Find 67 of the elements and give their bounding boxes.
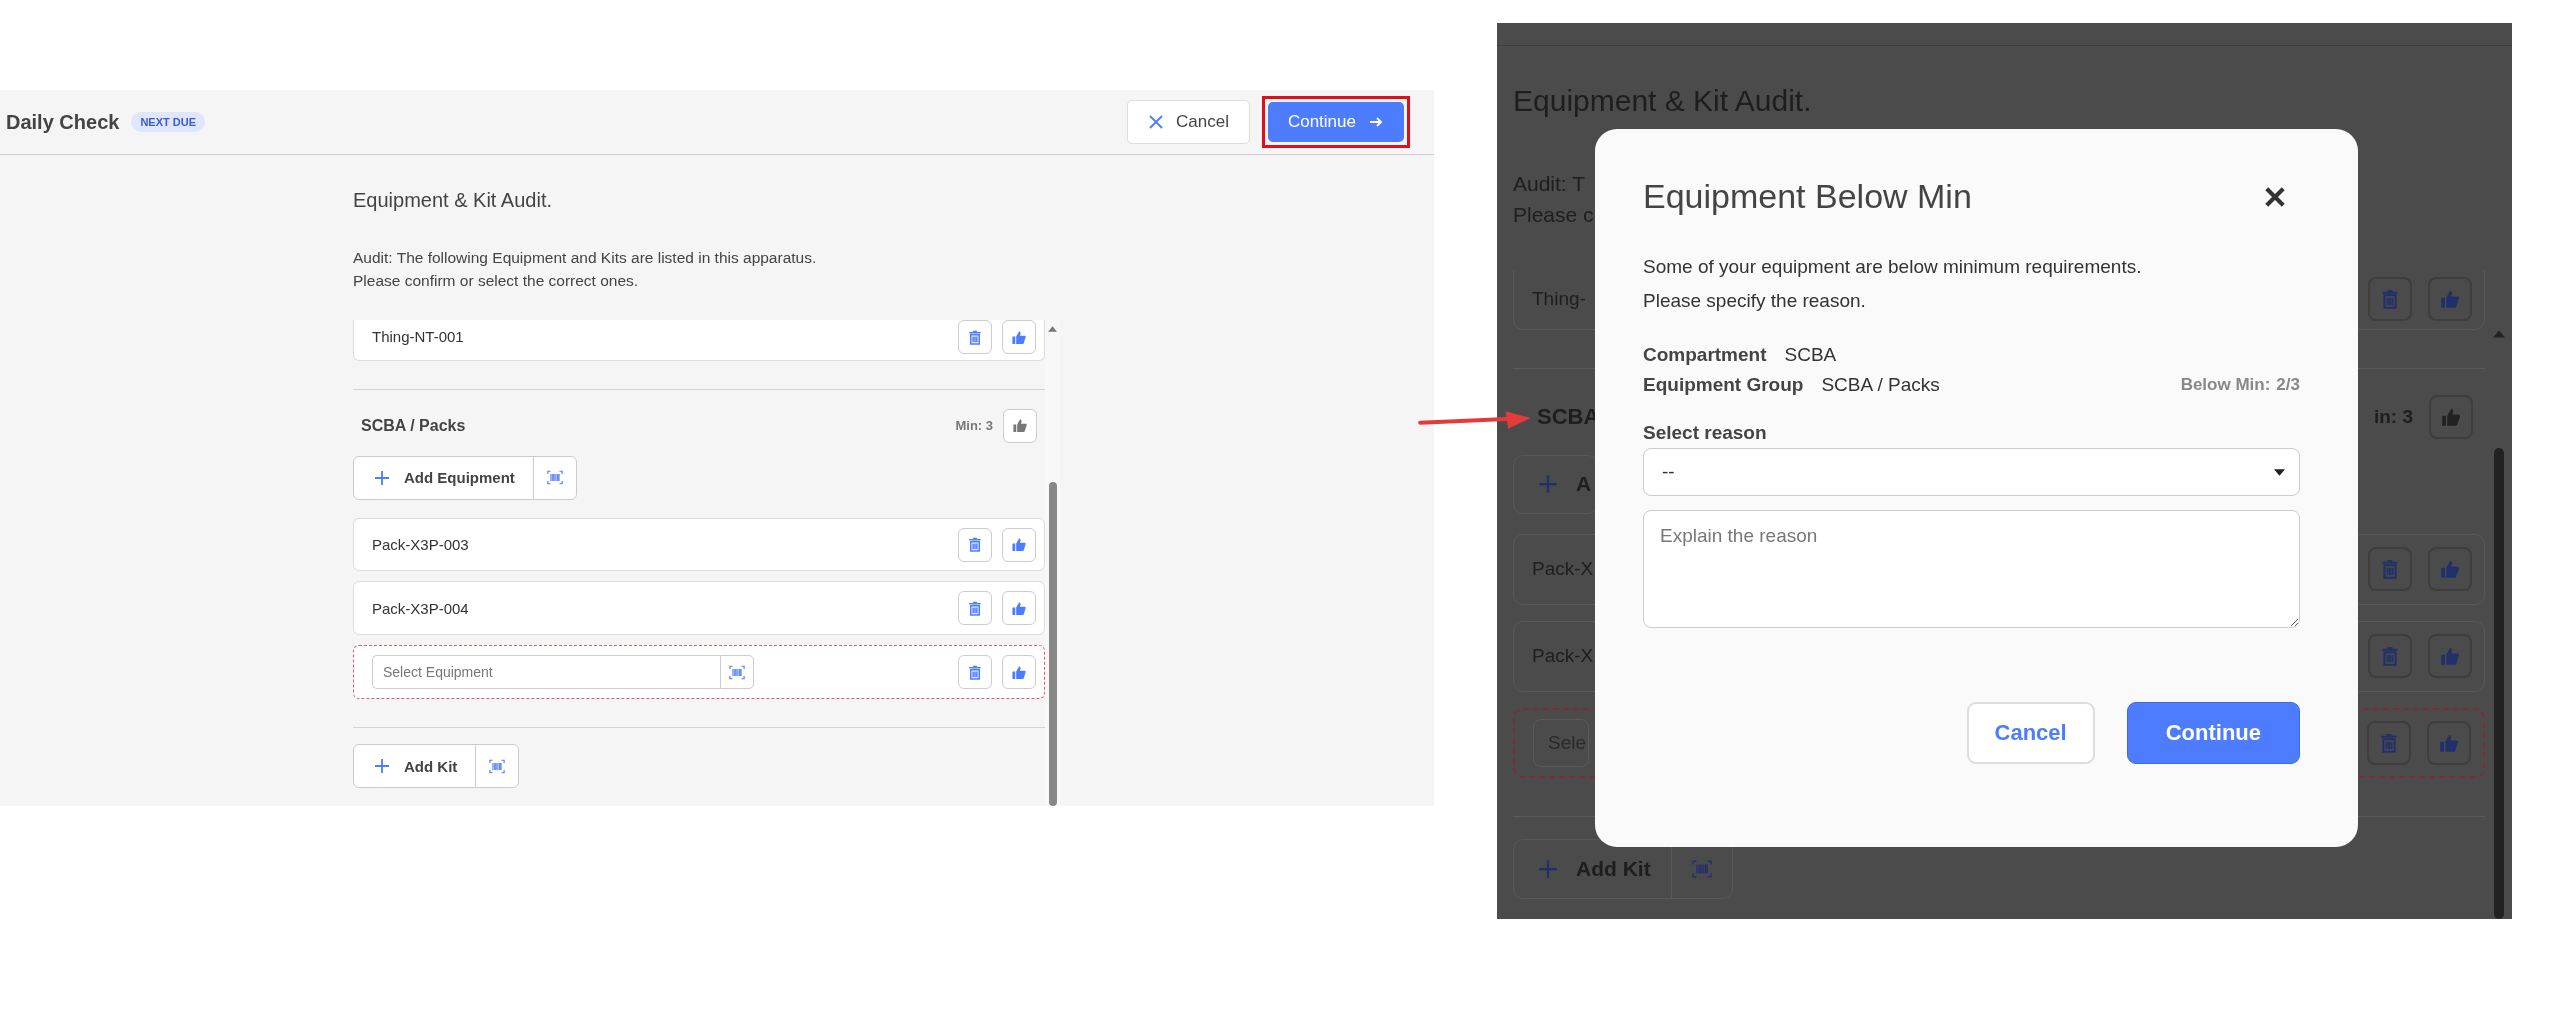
barcode-icon [1691, 859, 1712, 880]
close-icon[interactable] [2264, 185, 2286, 208]
thumbs-up-icon [1012, 418, 1028, 434]
thumbs-up-icon [2440, 289, 2460, 310]
field-label: Compartment [1643, 344, 1767, 366]
trash-icon [2380, 289, 2400, 310]
reason-dropdown[interactable]: -- [1643, 448, 2300, 496]
thumbs-up-icon [1011, 537, 1027, 553]
close-icon [1148, 114, 1164, 130]
scroll-thumb[interactable] [2494, 448, 2504, 919]
thumbs-up-icon [1011, 664, 1027, 680]
field-label: Select reason [1643, 422, 1768, 444]
field-value: SCBA [1784, 344, 1837, 366]
add-equipment-button[interactable]: Add Equipment [354, 456, 534, 499]
trash-icon [2379, 733, 2399, 753]
scroll-thumb[interactable] [1048, 482, 1057, 806]
field-value: SCBA / Packs [1821, 374, 1940, 396]
field-label: Equipment Group [1643, 374, 1804, 396]
delete-button[interactable] [2368, 634, 2412, 679]
trash-icon [967, 664, 983, 680]
trash-icon [2380, 646, 2400, 667]
plus-icon [374, 758, 390, 775]
delete-button[interactable] [2367, 721, 2411, 765]
confirm-button[interactable] [2429, 394, 2473, 439]
group-name: SCBA / Packs [361, 416, 466, 435]
plus-icon [374, 469, 390, 486]
cancel-button[interactable]: Cancel [1127, 100, 1250, 144]
equipment-name: Pack-X3P-004 [372, 599, 469, 617]
delete-button[interactable] [2368, 547, 2412, 592]
equipment-name: Thing-NT-001 [372, 327, 464, 345]
thumbs-up-icon [2439, 733, 2459, 753]
trash-icon [967, 600, 983, 616]
trash-icon [967, 329, 983, 345]
caret-icon [2274, 468, 2285, 476]
trash-icon [967, 537, 983, 553]
scroll-up-arrow-icon[interactable] [1048, 326, 1057, 332]
barcode-icon [546, 470, 563, 486]
below-min-value: 2/3 [2276, 375, 2300, 395]
thumbs-up-icon [2441, 406, 2461, 427]
status-badge: NEXT DUE [131, 112, 205, 132]
barcode-icon [729, 664, 745, 680]
plus-icon [1538, 859, 1558, 880]
scroll-up-arrow-icon[interactable] [2493, 330, 2505, 338]
page-title: Daily Check [6, 110, 120, 134]
dialog-title: Equipment Below Min [1643, 177, 1972, 216]
thumbs-up-icon [2440, 646, 2460, 667]
minimum-count: Min: 3 [955, 418, 993, 434]
dialog-message: Please specify the reason. [1643, 289, 1867, 313]
delete-button[interactable] [2368, 277, 2412, 322]
continue-button[interactable]: Continue [1267, 102, 1404, 142]
plus-icon [1538, 474, 1558, 495]
below-min-label: Below Min: [2180, 375, 2271, 395]
cancel-button[interactable]: Cancel [1966, 702, 2095, 764]
section-title: Equipment & Kit Audit. [353, 189, 553, 212]
dialog-message: Some of your equipment are below minimum requirements. [1643, 255, 2143, 279]
thumbs-up-icon [1011, 600, 1027, 616]
trash-icon [2380, 559, 2400, 580]
thumbs-up-icon [2440, 559, 2460, 580]
equipment-select-field[interactable]: Select Equipment [372, 655, 720, 690]
equipment-name: Pack-X3P-003 [372, 536, 469, 554]
continue-button[interactable]: Continue [2126, 702, 2300, 764]
barcode-icon [489, 758, 506, 774]
add-kit-button[interactable]: Add Kit [354, 745, 477, 788]
intro-text: Audit: The following Equipment and Kits are listed in this apparatus. [353, 248, 818, 268]
thumbs-up-icon [1011, 329, 1027, 345]
reason-text-area[interactable]: Explain the reason [1643, 510, 2300, 628]
intro-text: Please confirm or select the correct ones. [353, 271, 640, 291]
